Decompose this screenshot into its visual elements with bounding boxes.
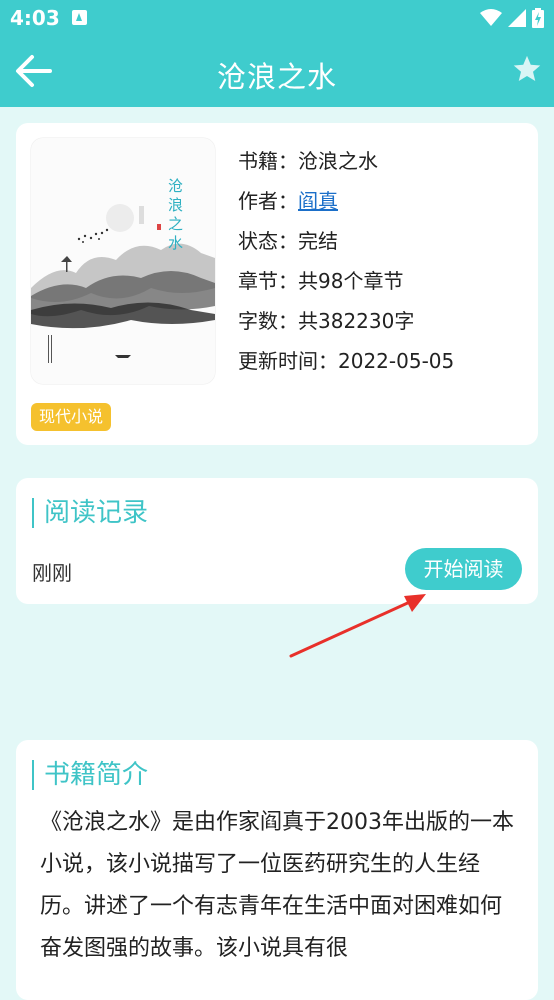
- status-bar: 4:03: [0, 0, 554, 36]
- status-icons: [480, 8, 544, 28]
- page-title: 沧浪之水: [216, 60, 337, 94]
- status-time: 4:03: [10, 6, 60, 30]
- cover-title-text: 沧浪之水: [166, 178, 184, 254]
- meta-updated-row: 更新时间：2022-05-05: [238, 341, 454, 381]
- meta-title-row: 书籍：沧浪之水: [238, 141, 454, 181]
- star-icon: [513, 55, 541, 81]
- meta-wordcount-row: 字数：共382230字: [238, 301, 454, 341]
- wifi-icon: [480, 9, 502, 26]
- updated-value: 2022-05-05: [338, 349, 455, 373]
- status-value: 完结: [298, 229, 338, 253]
- meta-status-row: 状态：完结: [238, 221, 454, 261]
- book-meta: 书籍：沧浪之水 作者：阎真 状态：完结 章节：共98个章节 字数：共382230…: [238, 141, 454, 381]
- book-intro-text: 《沧浪之水》是由作家阎真于2003年出版的一本小说，该小说描写了一位医药研究生的…: [40, 810, 514, 961]
- meta-author-row: 作者：阎真: [238, 181, 454, 221]
- meta-label: 作者：: [238, 189, 298, 213]
- reading-record-heading: 阅读记录: [32, 498, 148, 528]
- last-read-time: 刚刚: [32, 561, 72, 585]
- meta-label: 状态：: [238, 229, 298, 253]
- book-cover[interactable]: 沧浪之水: [31, 138, 215, 384]
- book-intro-card: 书籍简介 《沧浪之水》是由作家阎真于2003年出版的一本小说，该小说描写了一位医…: [16, 740, 538, 1000]
- genre-tag[interactable]: 现代小说: [31, 403, 112, 431]
- app-bar: 沧浪之水: [0, 36, 554, 107]
- book-intro-heading: 书籍简介: [32, 760, 148, 790]
- meta-label: 章节：: [238, 269, 298, 293]
- wordcount-value: 共382230字: [298, 309, 415, 333]
- meta-chapters-row: 章节：共98个章节: [238, 261, 454, 301]
- meta-label: 更新时间：: [238, 349, 338, 373]
- battery-icon: [532, 8, 544, 28]
- start-reading-button[interactable]: 开始阅读: [405, 548, 522, 590]
- chapters-value: 共98个章节: [298, 269, 404, 293]
- notification-icon: [72, 10, 87, 25]
- signal-icon: [508, 9, 526, 27]
- reading-record-card: 阅读记录 刚刚 开始阅读: [16, 478, 538, 604]
- book-title-value: 沧浪之水: [298, 149, 378, 173]
- author-link[interactable]: 阎真: [298, 189, 338, 213]
- favorite-button[interactable]: [512, 54, 542, 84]
- cover-ink-painting: 沧浪之水: [31, 138, 215, 384]
- book-info-card: 沧浪之水 书籍：沧浪之水 作者：阎真 状态：完结 章节：共98个章节 字数：共3…: [16, 123, 538, 445]
- meta-label: 字数：: [238, 309, 298, 333]
- meta-label: 书籍：: [238, 149, 298, 173]
